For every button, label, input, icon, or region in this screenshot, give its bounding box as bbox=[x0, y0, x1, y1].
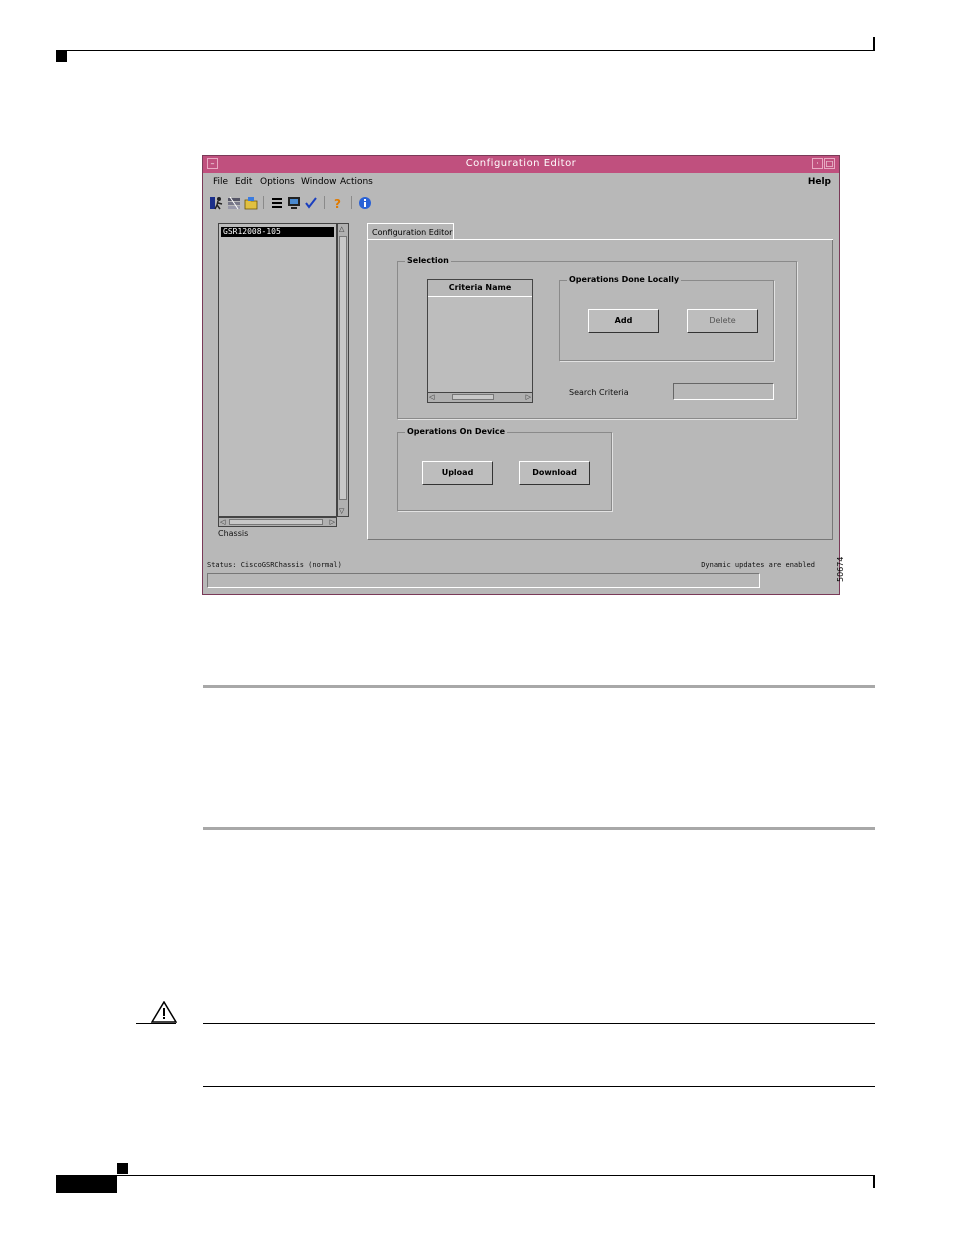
scroll-left-icon[interactable]: ◁ bbox=[429, 393, 434, 401]
download-button[interactable]: Download bbox=[519, 461, 590, 485]
header-tick bbox=[873, 37, 875, 50]
header-marker bbox=[56, 51, 67, 62]
figure-number: 50674 bbox=[836, 556, 845, 582]
tree-horizontal-scrollbar[interactable]: ◁ ▷ bbox=[218, 517, 337, 527]
deploy-icon[interactable] bbox=[227, 195, 241, 210]
section-rule bbox=[203, 685, 875, 688]
maximize-icon[interactable]: □ bbox=[824, 158, 835, 169]
minimize-icon[interactable]: · bbox=[812, 158, 823, 169]
help-question-icon[interactable]: ? bbox=[331, 195, 345, 211]
upload-button[interactable]: Upload bbox=[422, 461, 493, 485]
caution-top-rule bbox=[203, 1023, 875, 1024]
footer-tick bbox=[873, 1176, 875, 1188]
scroll-up-icon[interactable]: △ bbox=[339, 225, 344, 233]
check-icon[interactable] bbox=[304, 195, 318, 209]
toolbar-separator bbox=[263, 196, 264, 209]
caution-bottom-rule bbox=[203, 1086, 875, 1087]
toolbar: ? bbox=[207, 193, 835, 213]
menu-file[interactable]: File bbox=[213, 177, 228, 187]
criteria-name-list[interactable]: Criteria Name ◁ ▷ bbox=[427, 279, 533, 403]
menu-actions[interactable]: Actions bbox=[340, 177, 373, 187]
footer-tab bbox=[56, 1175, 117, 1193]
scroll-thumb[interactable] bbox=[452, 394, 494, 400]
menu-options[interactable]: Options bbox=[260, 177, 295, 187]
exit-icon[interactable] bbox=[210, 195, 224, 210]
scroll-down-icon[interactable]: ▽ bbox=[339, 507, 344, 515]
search-criteria-label: Search Criteria bbox=[569, 388, 629, 397]
menu-help[interactable]: Help bbox=[808, 177, 831, 187]
configuration-editor-window: – Configuration Editor · □ File Edit Opt… bbox=[202, 155, 840, 595]
menu-bar: File Edit Options Window Actions Help bbox=[207, 174, 835, 192]
status-bar: Status: CiscoGSRChassis (normal) Dynamic… bbox=[207, 559, 835, 573]
info-icon[interactable] bbox=[358, 195, 372, 209]
status-text: Status: CiscoGSRChassis (normal) bbox=[207, 561, 342, 569]
svg-text:?: ? bbox=[334, 197, 341, 210]
menu-window[interactable]: Window bbox=[301, 177, 337, 187]
open-folder-icon[interactable] bbox=[244, 195, 258, 210]
section-rule bbox=[203, 827, 875, 830]
tree-label: Chassis bbox=[218, 529, 249, 538]
scroll-thumb[interactable] bbox=[229, 519, 323, 525]
list-icon[interactable] bbox=[270, 195, 284, 209]
criteria-list-scrollbar[interactable]: ◁ ▷ bbox=[428, 392, 532, 402]
search-criteria-input[interactable] bbox=[673, 383, 774, 400]
add-button[interactable]: Add bbox=[588, 309, 659, 333]
delete-button[interactable]: Delete bbox=[687, 309, 758, 333]
toolbar-separator bbox=[351, 196, 352, 209]
footer-marker bbox=[117, 1163, 128, 1174]
selection-group-label: Selection bbox=[405, 256, 451, 265]
monitor-icon[interactable] bbox=[287, 195, 301, 209]
scroll-thumb[interactable] bbox=[339, 236, 347, 500]
tree-vertical-scrollbar[interactable]: △ ▽ bbox=[337, 223, 349, 517]
scroll-right-icon[interactable]: ▷ bbox=[526, 393, 531, 401]
menu-edit[interactable]: Edit bbox=[235, 177, 252, 187]
scroll-right-icon[interactable]: ▷ bbox=[330, 518, 335, 526]
dynamic-updates-text: Dynamic updates are enabled bbox=[701, 561, 815, 569]
device-operations-group-label: Operations On Device bbox=[405, 427, 508, 436]
caution-icon bbox=[150, 1000, 178, 1023]
toolbar-separator bbox=[324, 196, 325, 209]
window-title: Configuration Editor bbox=[465, 158, 577, 169]
scroll-left-icon[interactable]: ◁ bbox=[220, 518, 225, 526]
criteria-name-header[interactable]: Criteria Name bbox=[428, 280, 532, 297]
tree-item-selected[interactable]: GSR12008-105 bbox=[221, 227, 334, 237]
caution-rule bbox=[136, 1023, 176, 1024]
header-rule bbox=[56, 50, 875, 51]
footer-rule bbox=[117, 1175, 875, 1176]
device-tree[interactable]: GSR12008-105 bbox=[218, 223, 337, 517]
progress-bar bbox=[207, 573, 760, 588]
title-bar[interactable]: – Configuration Editor · □ bbox=[203, 156, 839, 173]
local-operations-group-label: Operations Done Locally bbox=[567, 275, 682, 284]
tab-configuration-editor[interactable]: Configuration Editor bbox=[367, 223, 454, 239]
